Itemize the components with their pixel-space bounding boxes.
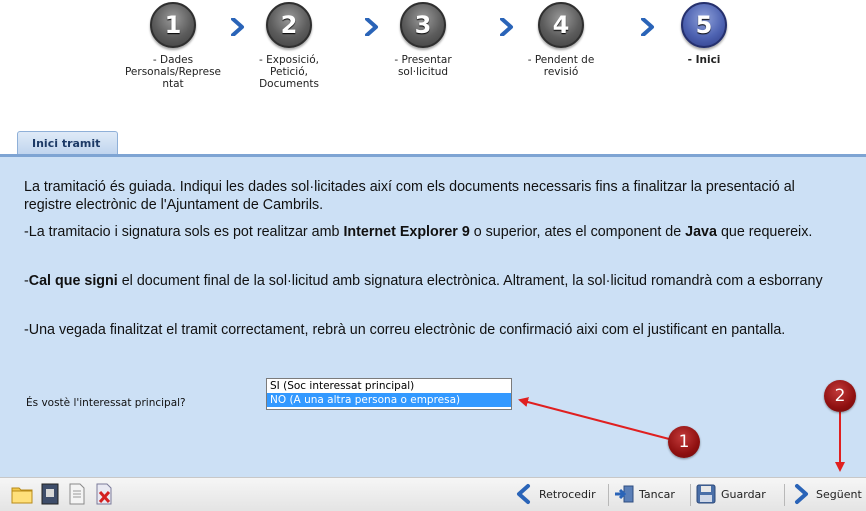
step-4: 4 - Pendent de revisió xyxy=(511,0,611,78)
bottom-toolbar: Retrocedir Tancar Guardar Següent xyxy=(0,477,866,511)
step-3-label: - Presentar sol·licitud xyxy=(394,54,452,78)
annotation-badge-1: 1 xyxy=(668,426,700,458)
toolbar-separator xyxy=(784,484,785,506)
interested-party-select[interactable]: SI (Soc interessat principal) NO (A una … xyxy=(266,378,512,410)
toolbar-separator xyxy=(690,484,691,506)
main-panel: La tramitació és guiada. Indiqui les dad… xyxy=(0,157,866,477)
exit-door-icon xyxy=(615,485,634,503)
save-button[interactable]: Guardar xyxy=(695,481,766,507)
step-5-label: - Inici xyxy=(687,54,721,66)
document-icon[interactable] xyxy=(65,482,89,506)
chevron-right-icon xyxy=(795,484,808,504)
step-1-label: - Dades Personals/Represe ntat xyxy=(124,54,222,90)
dark-document-icon[interactable] xyxy=(38,482,62,506)
back-button[interactable]: Retrocedir xyxy=(513,481,596,507)
step-4-circle: 4 xyxy=(538,2,584,48)
close-button[interactable]: Tancar xyxy=(613,481,675,507)
step-5: 5 - Inici xyxy=(654,0,754,66)
toolbar-separator xyxy=(608,484,609,506)
step-4-label: - Pendent de revisió xyxy=(527,54,595,78)
chevron-right-icon xyxy=(641,18,654,36)
browser-requirement-paragraph: -La tramitacio i signatura sols es pot r… xyxy=(24,224,813,240)
step-2-label: - Exposició, Petició, Documents xyxy=(259,54,319,90)
folder-icon[interactable] xyxy=(10,482,34,506)
option-si[interactable]: SI (Soc interessat principal) xyxy=(267,379,511,393)
step-3-circle: 3 xyxy=(400,2,446,48)
floppy-disk-icon xyxy=(696,484,716,504)
intro-paragraph: La tramitació és guiada. Indiqui les dad… xyxy=(24,179,795,213)
step-2-circle: 2 xyxy=(266,2,312,48)
step-1-circle: 1 xyxy=(150,2,196,48)
next-button[interactable]: Següent xyxy=(790,481,862,507)
step-2: 2 - Exposició, Petició, Documents xyxy=(239,0,339,90)
delete-document-icon[interactable] xyxy=(92,482,116,506)
interested-party-question: És vostè l'interessat principal? xyxy=(26,397,186,409)
signature-paragraph: -Cal que signi el document final de la s… xyxy=(24,273,823,289)
annotation-badge-2: 2 xyxy=(824,380,856,412)
step-5-circle: 5 xyxy=(681,2,727,48)
progress-steps: 1 - Dades Personals/Represe ntat 2 - Expos… xyxy=(0,0,866,130)
step-3: 3 - Presentar sol·licitud xyxy=(373,0,473,78)
tab-inici-tramit[interactable]: Inici tramit xyxy=(17,131,118,155)
chevron-left-icon xyxy=(517,484,530,504)
confirmation-paragraph: -Una vegada finalitzat el tramit correct… xyxy=(24,322,786,338)
step-1: 1 - Dades Personals/Represe ntat xyxy=(123,0,223,90)
option-no[interactable]: NO (A una altra persona o empresa) xyxy=(267,393,511,407)
